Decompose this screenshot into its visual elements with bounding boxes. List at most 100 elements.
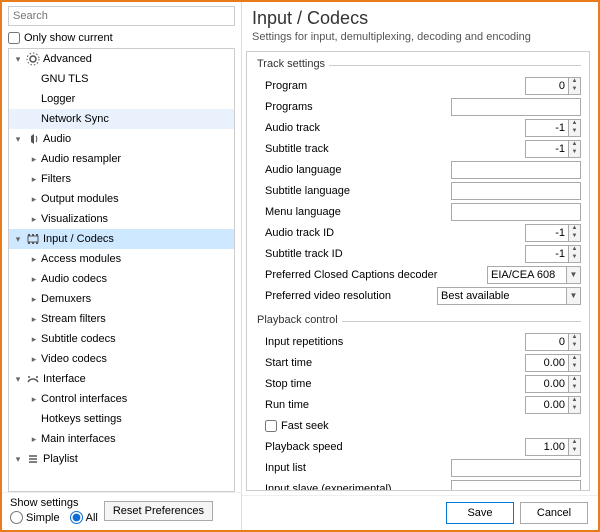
spin-input[interactable] [525, 438, 569, 456]
tree-item[interactable]: ▸Logger [9, 89, 234, 109]
chevron-right-icon[interactable]: ▸ [27, 394, 41, 405]
search-input[interactable] [8, 6, 235, 26]
only-show-current-checkbox[interactable] [8, 32, 20, 44]
chevron-right-icon[interactable]: ▸ [27, 194, 41, 205]
chevron-right-icon[interactable]: ▸ [27, 354, 41, 365]
chevron-down-icon[interactable]: ▾ [11, 54, 25, 65]
spin-stepper[interactable]: ▲▼ [569, 333, 581, 351]
text-input[interactable] [451, 98, 581, 116]
spin-input[interactable] [525, 354, 569, 372]
tree-item[interactable]: ▸Output modules [9, 189, 234, 209]
tree-item[interactable]: ▸GNU TLS [9, 69, 234, 89]
tree-item-label: Control interfaces [41, 393, 230, 405]
text-input[interactable] [451, 161, 581, 179]
tree-item[interactable]: ▸Demuxers [9, 289, 234, 309]
combo-value[interactable] [437, 287, 567, 305]
chevron-right-icon[interactable]: ▸ [27, 154, 41, 165]
tree-item-label: Audio resampler [41, 153, 230, 165]
checkbox-fast-seek[interactable] [265, 420, 277, 432]
spin-stepper[interactable]: ▲▼ [569, 375, 581, 393]
chevron-down-icon[interactable]: ▾ [11, 234, 25, 245]
tree-item-label: Main interfaces [41, 433, 230, 445]
tree-item[interactable]: ▸Audio codecs [9, 269, 234, 289]
chevron-right-icon[interactable]: ▸ [27, 334, 41, 345]
field-row: Input repetitions ▲▼ [265, 332, 581, 352]
cancel-button[interactable]: Cancel [520, 502, 588, 524]
text-input[interactable] [451, 203, 581, 221]
spin-stepper[interactable]: ▲▼ [569, 224, 581, 242]
tree-item-label: Audio [43, 133, 230, 145]
radio-simple[interactable] [10, 511, 23, 524]
tree-item[interactable]: ▾ Playlist [9, 449, 234, 469]
chevron-down-icon[interactable]: ▼ [567, 287, 581, 305]
tree-item[interactable]: ▸Stream filters [9, 309, 234, 329]
spin-stepper[interactable]: ▲▼ [569, 140, 581, 158]
combo-value[interactable] [487, 266, 567, 284]
field-label: Playback speed [265, 441, 519, 453]
spin-stepper[interactable]: ▲▼ [569, 77, 581, 95]
tree-item[interactable]: ▸Control interfaces [9, 389, 234, 409]
show-settings-title: Show settings [10, 497, 98, 509]
chevron-down-icon[interactable]: ▾ [11, 134, 25, 145]
tree-item[interactable]: ▸Visualizations [9, 209, 234, 229]
settings-form[interactable]: Track settingsProgram▲▼ProgramsAudio tra… [246, 51, 590, 491]
tree-item-label: Playlist [43, 453, 230, 465]
save-button[interactable]: Save [446, 502, 514, 524]
radio-all[interactable] [70, 511, 83, 524]
tree-item[interactable]: ▾Interface [9, 369, 234, 389]
chevron-right-icon[interactable]: ▸ [27, 314, 41, 325]
spin-input[interactable] [525, 245, 569, 263]
tree-item[interactable]: ▾ Audio [9, 129, 234, 149]
chevron-right-icon[interactable]: ▸ [27, 434, 41, 445]
chevron-right-icon[interactable]: ▸ [27, 214, 41, 225]
spin-input[interactable] [525, 333, 569, 351]
field-label: Input repetitions [265, 336, 519, 348]
spin-stepper[interactable]: ▲▼ [569, 438, 581, 456]
tree-item[interactable]: ▸Hotkeys settings [9, 409, 234, 429]
spin-stepper[interactable]: ▲▼ [569, 119, 581, 137]
field-row: Program▲▼ [265, 76, 581, 96]
text-input[interactable] [451, 480, 581, 491]
tree-item-label: Stream filters [41, 313, 230, 325]
tree-item[interactable]: ▸Main interfaces [9, 429, 234, 449]
tree-item[interactable]: ▸Filters [9, 169, 234, 189]
settings-detail-panel: Input / Codecs Settings for input, demul… [242, 2, 598, 530]
chevron-right-icon[interactable]: ▸ [27, 274, 41, 285]
tree-item[interactable]: ▸Access modules [9, 249, 234, 269]
show-settings-all[interactable]: All [70, 511, 98, 524]
spin-input[interactable] [525, 396, 569, 414]
text-input[interactable] [451, 459, 581, 477]
tree-item[interactable]: ▾Advanced [9, 49, 234, 69]
chevron-right-icon[interactable]: ▸ [27, 294, 41, 305]
group-title: Playback control [255, 314, 342, 326]
text-input[interactable] [451, 182, 581, 200]
spin-stepper[interactable]: ▲▼ [569, 396, 581, 414]
chevron-down-icon[interactable]: ▼ [567, 266, 581, 284]
tree-item[interactable]: ▸Video codecs [9, 349, 234, 369]
reset-preferences-button[interactable]: Reset Preferences [104, 501, 213, 521]
spin-input[interactable] [525, 140, 569, 158]
field-label: Subtitle language [265, 185, 445, 197]
chevron-down-icon[interactable]: ▾ [11, 374, 25, 385]
tree-item-label: Visualizations [41, 213, 230, 225]
tree-item-label: GNU TLS [41, 73, 230, 85]
tree-item[interactable]: ▾Input / Codecs [9, 229, 234, 249]
gear-icon [25, 51, 41, 67]
field-label: Input slave (experimental) [265, 483, 445, 491]
spin-input[interactable] [525, 119, 569, 137]
tree-item[interactable]: ▸Network Sync [9, 109, 234, 129]
spin-input[interactable] [525, 77, 569, 95]
tree-item-label: Logger [41, 93, 230, 105]
tree-item[interactable]: ▸Subtitle codecs [9, 329, 234, 349]
chevron-right-icon[interactable]: ▸ [27, 174, 41, 185]
spin-input[interactable] [525, 224, 569, 242]
settings-tree[interactable]: ▾Advanced▸GNU TLS▸Logger▸Network Sync▾Au… [8, 48, 235, 492]
show-settings-simple[interactable]: Simple [10, 511, 60, 524]
tree-item[interactable]: ▸Audio resampler [9, 149, 234, 169]
field-row: Subtitle language [265, 181, 581, 201]
chevron-down-icon[interactable]: ▾ [11, 454, 25, 465]
spin-input[interactable] [525, 375, 569, 393]
spin-stepper[interactable]: ▲▼ [569, 354, 581, 372]
chevron-right-icon[interactable]: ▸ [27, 254, 41, 265]
spin-stepper[interactable]: ▲▼ [569, 245, 581, 263]
